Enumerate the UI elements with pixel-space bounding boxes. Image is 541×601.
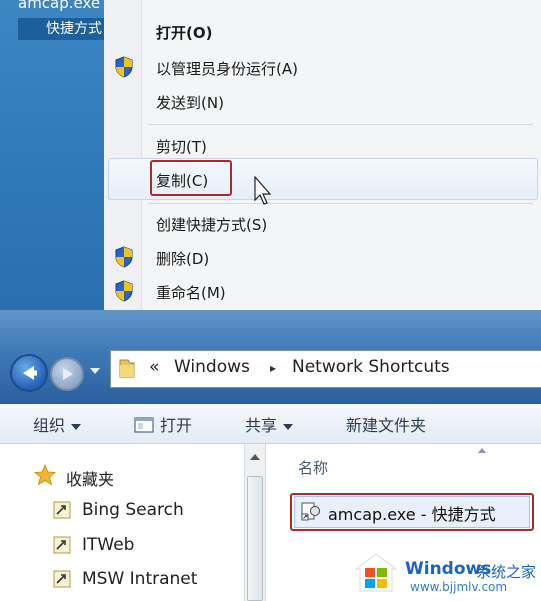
shortcut-link-icon bbox=[53, 570, 71, 588]
chevron-down-icon bbox=[71, 423, 82, 430]
nav-item-msw-intranet[interactable]: MSW Intranet bbox=[82, 569, 197, 589]
mouse-cursor-icon bbox=[254, 176, 272, 205]
menu-separator bbox=[148, 124, 533, 125]
menu-item-send-to[interactable]: 发送到(N) bbox=[156, 92, 224, 113]
watermark-url: www.bjjmlv.com bbox=[410, 580, 508, 594]
new-folder-button[interactable]: 新建文件夹 bbox=[346, 412, 426, 436]
copy-highlight-box bbox=[150, 160, 232, 196]
desktop-file-name-selected[interactable]: 快捷方式 bbox=[18, 18, 106, 40]
windows-logo-icon bbox=[354, 553, 398, 592]
desktop-file-name: amcap.exe - bbox=[18, 0, 111, 12]
scrollbar-thumb[interactable] bbox=[247, 476, 263, 601]
menu-separator bbox=[148, 203, 533, 204]
shortcut-link-icon bbox=[53, 501, 71, 519]
menu-item-open[interactable]: 打开(O) bbox=[156, 22, 212, 43]
menu-item-delete[interactable]: 删除(D) bbox=[156, 248, 209, 269]
uac-shield-icon bbox=[115, 56, 133, 78]
shortcut-link-icon bbox=[53, 536, 71, 554]
uac-shield-icon bbox=[115, 280, 133, 302]
sort-ascending-icon bbox=[478, 448, 486, 453]
back-button[interactable] bbox=[10, 354, 48, 392]
breadcrumb-network-shortcuts[interactable]: Network Shortcuts bbox=[292, 357, 450, 377]
menu-item-run-as-admin[interactable]: 以管理员身份运行(A) bbox=[156, 58, 298, 79]
open-button[interactable]: 打开 bbox=[134, 412, 192, 436]
recent-pages-dropdown-icon[interactable] bbox=[90, 368, 100, 374]
menu-item-create-shortcut[interactable]: 创建快捷方式(S) bbox=[156, 214, 267, 235]
breadcrumb-overflow[interactable]: « bbox=[149, 357, 159, 377]
forward-button[interactable] bbox=[50, 357, 84, 391]
chevron-down-icon bbox=[283, 423, 294, 430]
star-icon bbox=[34, 464, 56, 486]
breadcrumb-separator-icon[interactable]: ▸ bbox=[270, 361, 276, 375]
menu-item-rename[interactable]: 重命名(M) bbox=[156, 282, 226, 303]
organize-button[interactable]: 组织 bbox=[33, 412, 82, 436]
nav-item-bing-search[interactable]: Bing Search bbox=[82, 500, 184, 520]
nav-favorites[interactable]: 收藏夹 bbox=[66, 466, 114, 490]
organize-label: 组织 bbox=[33, 416, 66, 435]
shortcut-file-icon bbox=[301, 502, 320, 521]
window-icon bbox=[134, 417, 154, 433]
breadcrumb-windows[interactable]: Windows bbox=[174, 357, 250, 377]
watermark-suffix: 系统之家 bbox=[476, 563, 537, 581]
back-arrow-icon bbox=[23, 366, 37, 380]
share-label: 共享 bbox=[245, 416, 278, 435]
nav-item-itweb[interactable]: ITWeb bbox=[82, 535, 134, 555]
scroll-up-arrow-icon[interactable] bbox=[250, 454, 260, 460]
column-header-name[interactable]: 名称 bbox=[298, 457, 328, 478]
file-name-amcap-shortcut[interactable]: amcap.exe - 快捷方式 bbox=[328, 501, 496, 525]
folder-icon bbox=[119, 359, 135, 378]
share-button[interactable]: 共享 bbox=[245, 412, 294, 436]
open-label: 打开 bbox=[160, 416, 193, 435]
forward-arrow-icon bbox=[63, 368, 73, 380]
menu-item-cut[interactable]: 剪切(T) bbox=[156, 136, 207, 157]
uac-shield-icon bbox=[115, 246, 133, 268]
